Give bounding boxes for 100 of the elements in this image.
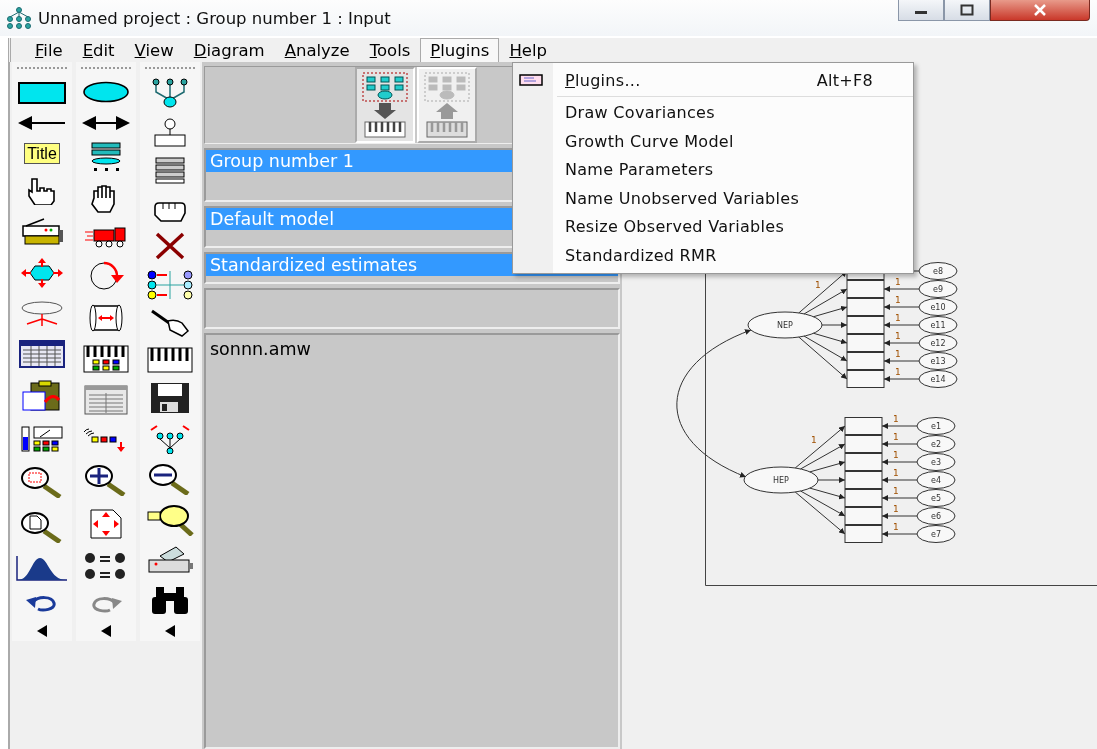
ellipse-icon[interactable] <box>82 81 130 104</box>
error-variable: e13 <box>918 352 958 370</box>
double-arrow-icon[interactable] <box>82 115 130 130</box>
truck-icon[interactable] <box>84 226 128 249</box>
menu-item[interactable]: Analyze <box>274 38 360 62</box>
observed-variable <box>844 525 883 543</box>
path-label: 1 <box>895 277 901 287</box>
observed-variable <box>844 507 883 525</box>
observed-variable <box>844 417 883 435</box>
scroll-left-icon[interactable] <box>100 625 112 637</box>
menu-item[interactable]: File <box>25 38 73 62</box>
path-arrow <box>883 286 920 292</box>
error-variable: e12 <box>918 334 958 352</box>
meter-icon[interactable] <box>20 425 64 454</box>
path-arrow <box>881 441 918 447</box>
touch-up-icon[interactable] <box>150 309 190 338</box>
close-button[interactable] <box>990 0 1090 21</box>
table-icon[interactable] <box>19 339 65 368</box>
error-variable: e8 <box>918 262 958 280</box>
observed-variable <box>846 316 885 334</box>
observed-variable <box>846 352 885 370</box>
binoculars-icon[interactable] <box>150 585 190 616</box>
latent-variable: NEP <box>747 311 823 339</box>
menu-item[interactable]: Tools <box>359 38 421 62</box>
menu-item[interactable]: Help <box>499 38 558 62</box>
path-arrow <box>881 459 918 465</box>
path-arrow <box>883 376 920 382</box>
variable-list-icon[interactable] <box>90 141 122 172</box>
error-variable: e4 <box>916 471 956 489</box>
path-arrow <box>881 423 918 429</box>
path-label: 1 <box>895 367 901 377</box>
path-label: 1 <box>895 313 901 323</box>
ellipse-arrows-icon[interactable] <box>19 301 65 328</box>
path-arrow <box>881 495 918 501</box>
unique-variable-icon[interactable] <box>153 117 187 148</box>
x-icon[interactable] <box>154 232 186 261</box>
path-arrow <box>883 340 920 346</box>
zoom-out-icon[interactable] <box>148 463 192 495</box>
indicator-tree-icon[interactable] <box>151 78 189 109</box>
observed-variable <box>846 334 885 352</box>
path-label: 1 <box>895 349 901 359</box>
path-label: 1 <box>895 295 901 305</box>
observed-variable <box>844 489 883 507</box>
menu-item[interactable]: View <box>124 38 184 62</box>
path-arrow <box>883 322 920 328</box>
observed-variable <box>846 298 885 316</box>
view-input-button[interactable] <box>355 67 415 143</box>
path-arrow <box>881 531 918 537</box>
zoom-area-icon[interactable] <box>20 465 64 498</box>
left-arrow-icon[interactable] <box>18 116 66 131</box>
menu-item[interactable]: Diagram <box>183 38 275 62</box>
document-icon[interactable] <box>84 385 128 416</box>
copier-icon[interactable] <box>20 217 64 246</box>
normal-curve-icon[interactable] <box>16 555 68 582</box>
fit-page-icon[interactable] <box>89 508 123 541</box>
magnifier-icon[interactable] <box>146 504 194 537</box>
app-icon <box>6 7 32 29</box>
window-title: Unnamed project : Group number 1 : Input <box>38 8 391 28</box>
page-zoom-icon[interactable] <box>20 510 64 543</box>
keyboard-icon[interactable] <box>147 346 193 373</box>
network-icon[interactable] <box>147 269 193 300</box>
path-arrow <box>821 322 848 328</box>
path-label: 1 <box>893 414 899 424</box>
zoom-in-icon[interactable] <box>84 463 128 496</box>
menu-item[interactable]: Edit <box>72 38 125 62</box>
error-variable: e11 <box>918 316 958 334</box>
move-icon[interactable] <box>21 258 63 289</box>
minimize-button[interactable] <box>898 0 944 21</box>
maximize-icon <box>960 4 974 16</box>
scroll-left-icon[interactable] <box>36 624 48 637</box>
menu-item[interactable]: Draw Covariances <box>513 98 913 127</box>
title-tool[interactable]: Title <box>24 143 60 165</box>
path-arrow <box>883 358 920 364</box>
path-label: 1 <box>893 450 899 460</box>
error-variable: e1 <box>916 417 956 435</box>
menu-item[interactable]: Plugins <box>420 38 500 62</box>
menu-item[interactable]: Plugins... Alt+F8 <box>513 66 913 95</box>
error-variable: e7 <box>916 525 956 543</box>
path-label: 1 <box>895 331 901 341</box>
error-variable: e5 <box>916 489 956 507</box>
observed-variable <box>846 280 885 298</box>
scroll-left-icon[interactable] <box>164 624 176 637</box>
observed-variable <box>844 453 883 471</box>
observed-variable <box>844 471 883 489</box>
error-variable: e14 <box>918 370 958 388</box>
error-variable: e9 <box>918 280 958 298</box>
close-icon <box>1032 4 1048 16</box>
path-arrow <box>883 304 920 310</box>
clipboard-icon[interactable] <box>21 380 63 413</box>
observed-variable <box>844 435 883 453</box>
error-variable: e2 <box>916 435 956 453</box>
path-label: 1 <box>893 432 899 442</box>
maximize-button[interactable] <box>944 0 990 21</box>
keyboard-grid-icon[interactable] <box>83 345 129 374</box>
latent-variable: HEP <box>743 466 819 494</box>
rectangle-icon[interactable] <box>18 81 66 104</box>
printer-icon[interactable] <box>146 545 194 576</box>
path-label: 1 <box>893 522 899 532</box>
scroll-icon[interactable] <box>88 302 124 333</box>
file-name: sonnn.amw <box>210 339 311 359</box>
